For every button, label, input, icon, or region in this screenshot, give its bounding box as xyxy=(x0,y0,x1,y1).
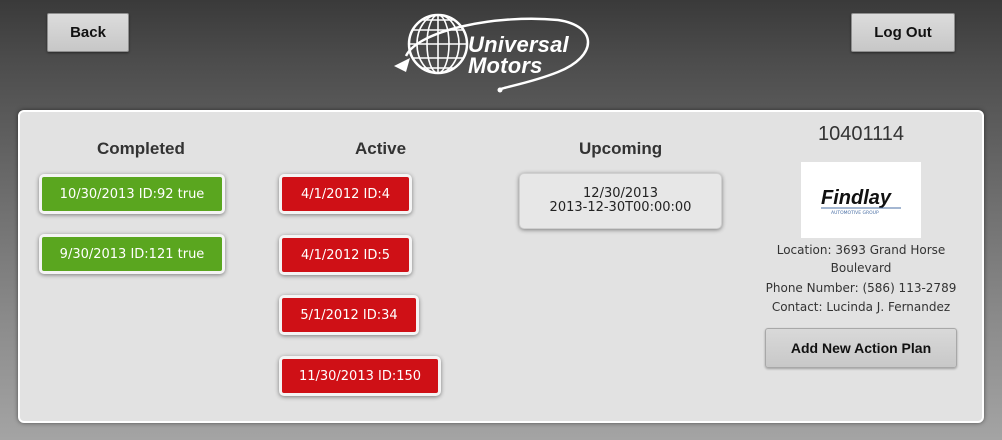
findlay-dealer-logo: Findlay AUTOMOTIVE GROUP xyxy=(801,162,921,238)
logout-button[interactable]: Log Out xyxy=(851,13,955,52)
active-item[interactable]: 11/30/2013 ID:150 xyxy=(279,356,441,396)
findlay-logo-icon: Findlay AUTOMOTIVE GROUP xyxy=(821,187,901,216)
upcoming-datetime: 2013-12-30T00:00:00 xyxy=(549,200,692,215)
dealer-phone: Phone Number: (586) 113-2789 xyxy=(765,281,957,295)
active-item[interactable]: 5/1/2012 ID:34 xyxy=(279,295,419,335)
active-heading: Active xyxy=(355,139,407,158)
active-item[interactable]: 4/1/2012 ID:5 xyxy=(279,235,412,275)
dealer-location: Location: 3693 Grand Horse Boulevard xyxy=(776,243,946,275)
universal-motors-logo: Universal Motors xyxy=(388,10,594,96)
add-action-plan-button[interactable]: Add New Action Plan xyxy=(765,328,957,368)
logo-text-motors: Motors xyxy=(468,53,543,78)
active-item[interactable]: 4/1/2012 ID:4 xyxy=(279,174,412,214)
svg-text:AUTOMOTIVE GROUP: AUTOMOTIVE GROUP xyxy=(831,210,879,216)
upcoming-date: 12/30/2013 xyxy=(583,186,658,201)
account-id: 10401114 xyxy=(817,123,904,145)
upcoming-heading: Upcoming xyxy=(579,139,663,158)
dealer-contact: Contact: Lucinda J. Fernandez xyxy=(771,300,951,314)
back-button[interactable]: Back xyxy=(47,13,129,52)
completed-heading: Completed xyxy=(97,139,185,158)
svg-text:Findlay: Findlay xyxy=(821,187,892,209)
completed-item[interactable]: 9/30/2013 ID:121 true xyxy=(39,234,225,274)
upcoming-item[interactable]: 12/30/2013 2013-12-30T00:00:00 xyxy=(519,173,722,229)
completed-item[interactable]: 10/30/2013 ID:92 true xyxy=(39,174,225,214)
